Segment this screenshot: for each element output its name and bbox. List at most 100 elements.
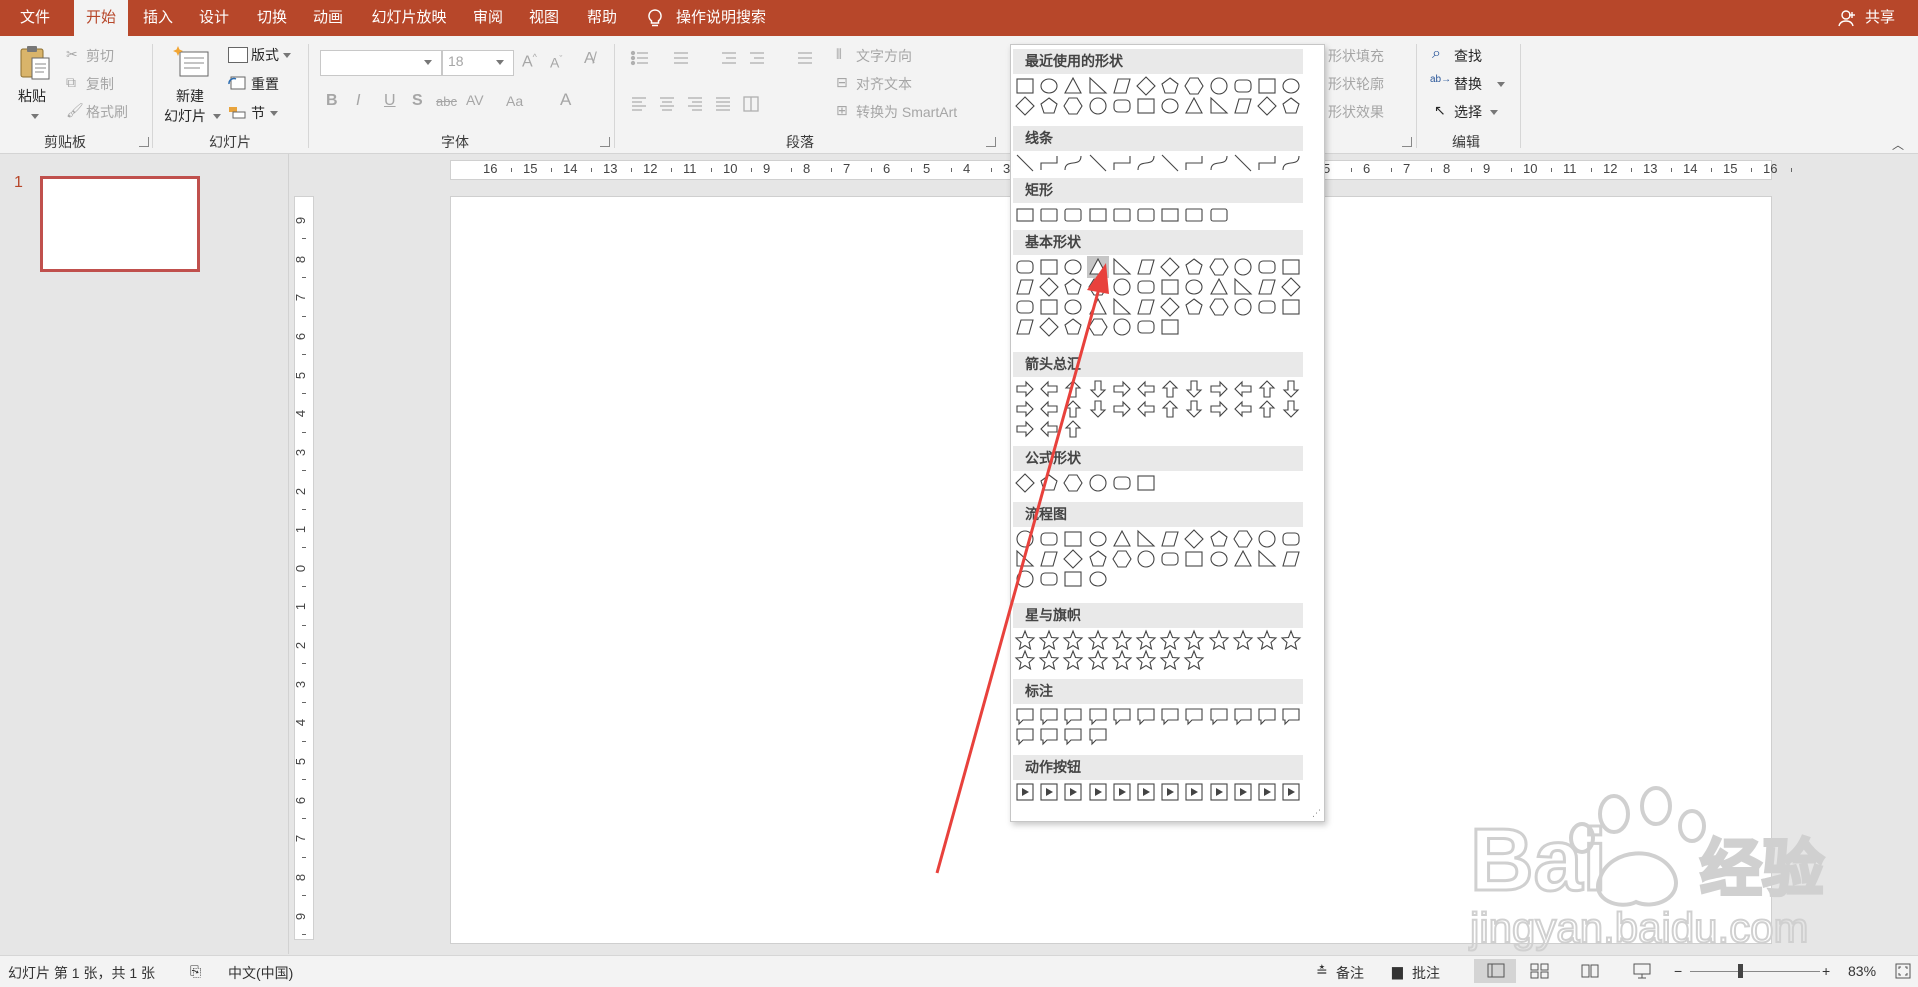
new-slide-label-2[interactable]: 幻灯片 bbox=[164, 106, 206, 126]
shape-icon[interactable] bbox=[1183, 276, 1205, 298]
shape-icon[interactable] bbox=[1256, 256, 1278, 278]
shape-icon[interactable] bbox=[1159, 276, 1181, 298]
shape-icon[interactable] bbox=[1087, 95, 1109, 117]
tell-me-search[interactable]: 操作说明搜索 bbox=[676, 0, 786, 36]
shape-icon[interactable] bbox=[1232, 548, 1254, 570]
strikethrough-button[interactable]: abc bbox=[436, 94, 457, 109]
shape-icon[interactable] bbox=[1183, 629, 1205, 651]
shape-icon[interactable] bbox=[1087, 75, 1109, 97]
shape-icon[interactable] bbox=[1111, 152, 1133, 174]
drawing-launcher-icon[interactable] bbox=[1402, 137, 1412, 147]
shape-icon[interactable] bbox=[1135, 296, 1157, 318]
shape-icon[interactable] bbox=[1183, 649, 1205, 671]
shape-icon[interactable] bbox=[1135, 204, 1157, 226]
shape-icon[interactable] bbox=[1208, 781, 1230, 803]
section-button[interactable]: 节 bbox=[251, 103, 265, 123]
replace-button[interactable]: 替换 bbox=[1454, 74, 1482, 94]
slide-thumbnail[interactable] bbox=[40, 176, 200, 272]
shape-icon[interactable] bbox=[1232, 95, 1254, 117]
spell-check-icon[interactable]: ⎘ bbox=[190, 963, 201, 980]
shape-icon[interactable] bbox=[1232, 528, 1254, 550]
shape-icon[interactable] bbox=[1087, 152, 1109, 174]
shape-icon[interactable] bbox=[1159, 548, 1181, 570]
shape-icon[interactable] bbox=[1232, 378, 1254, 400]
shape-icon[interactable] bbox=[1159, 705, 1181, 727]
reset-button[interactable]: 重置 bbox=[251, 74, 279, 94]
shape-icon[interactable] bbox=[1208, 629, 1230, 651]
shape-icon[interactable] bbox=[1087, 204, 1109, 226]
shape-icon[interactable] bbox=[1135, 95, 1157, 117]
align-text-button[interactable]: 对齐文本 bbox=[856, 74, 912, 94]
comments-button[interactable]: 批注 bbox=[1412, 963, 1440, 983]
select-button[interactable]: 选择 bbox=[1454, 102, 1482, 122]
clipboard-launcher-icon[interactable] bbox=[139, 137, 149, 147]
shape-icon[interactable] bbox=[1062, 75, 1084, 97]
shape-icon[interactable] bbox=[1280, 256, 1302, 278]
shape-icon[interactable] bbox=[1232, 152, 1254, 174]
shape-icon[interactable] bbox=[1183, 705, 1205, 727]
new-slide-icon[interactable] bbox=[172, 44, 212, 80]
font-color-button[interactable]: A bbox=[560, 90, 571, 110]
shape-icon[interactable] bbox=[1232, 75, 1254, 97]
shape-icon[interactable] bbox=[1256, 398, 1278, 420]
shape-icon[interactable] bbox=[1280, 296, 1302, 318]
shape-icon[interactable] bbox=[1135, 472, 1157, 494]
zoom-slider-track[interactable] bbox=[1690, 971, 1820, 972]
language-indicator[interactable]: 中文(中国) bbox=[228, 963, 293, 983]
notes-button[interactable]: 备注 bbox=[1336, 963, 1364, 983]
shape-icon[interactable] bbox=[1280, 276, 1302, 298]
shape-icon[interactable] bbox=[1183, 152, 1205, 174]
list-buttons[interactable] bbox=[630, 48, 820, 68]
copy-button[interactable]: 复制 bbox=[86, 74, 114, 94]
shape-icon[interactable] bbox=[1280, 705, 1302, 727]
italic-button[interactable]: I bbox=[356, 92, 360, 110]
shape-icon[interactable] bbox=[1256, 276, 1278, 298]
shape-icon[interactable] bbox=[1183, 204, 1205, 226]
zoom-out-icon[interactable]: − bbox=[1674, 963, 1682, 979]
shape-icon[interactable] bbox=[1135, 705, 1157, 727]
shape-icon[interactable] bbox=[1232, 705, 1254, 727]
shape-icon[interactable] bbox=[1159, 649, 1181, 671]
shape-effects-button[interactable]: 形状效果 bbox=[1328, 102, 1384, 122]
shape-icon[interactable] bbox=[1183, 75, 1205, 97]
tab-home[interactable]: 开始 bbox=[74, 0, 128, 37]
font-size-dropdown-icon[interactable] bbox=[496, 60, 504, 65]
format-painter-button[interactable]: 格式刷 bbox=[86, 102, 128, 122]
shape-icon[interactable] bbox=[1014, 204, 1036, 226]
shape-icon[interactable] bbox=[1111, 204, 1133, 226]
shape-icon[interactable] bbox=[1159, 378, 1181, 400]
shape-icon[interactable] bbox=[1159, 781, 1181, 803]
shape-icon[interactable] bbox=[1135, 781, 1157, 803]
shape-icon[interactable] bbox=[1014, 152, 1036, 174]
shape-icon[interactable] bbox=[1062, 204, 1084, 226]
shape-icon[interactable] bbox=[1208, 95, 1230, 117]
replace-dropdown-icon[interactable] bbox=[1497, 82, 1505, 87]
tab-review[interactable]: 审阅 bbox=[464, 0, 512, 36]
shape-icon[interactable] bbox=[1135, 378, 1157, 400]
shape-icon[interactable] bbox=[1256, 296, 1278, 318]
shape-icon[interactable] bbox=[1232, 781, 1254, 803]
shape-icon[interactable] bbox=[1232, 629, 1254, 651]
shape-icon[interactable] bbox=[1208, 378, 1230, 400]
shape-icon[interactable] bbox=[1208, 75, 1230, 97]
shape-icon[interactable] bbox=[1062, 95, 1084, 117]
shape-icon[interactable] bbox=[1014, 75, 1036, 97]
shape-icon[interactable] bbox=[1232, 296, 1254, 318]
shape-icon[interactable] bbox=[1014, 95, 1036, 117]
alignment-buttons[interactable] bbox=[630, 94, 780, 114]
shape-icon[interactable] bbox=[1183, 378, 1205, 400]
shape-icon[interactable] bbox=[1256, 629, 1278, 651]
shape-icon[interactable] bbox=[1208, 398, 1230, 420]
shape-icon[interactable] bbox=[1183, 256, 1205, 278]
shape-icon[interactable] bbox=[1208, 548, 1230, 570]
shape-icon[interactable] bbox=[1280, 95, 1302, 117]
collapse-ribbon-icon[interactable]: ︿ bbox=[1892, 136, 1904, 153]
shape-icon[interactable] bbox=[1280, 781, 1302, 803]
clear-formatting-icon[interactable]: A̸ bbox=[584, 50, 595, 68]
shape-icon[interactable] bbox=[1280, 378, 1302, 400]
shape-icon[interactable] bbox=[1183, 528, 1205, 550]
zoom-in-icon[interactable]: + bbox=[1822, 963, 1830, 979]
shape-icon[interactable] bbox=[1159, 204, 1181, 226]
reading-view-icon[interactable] bbox=[1580, 962, 1600, 980]
character-spacing-button[interactable]: AV bbox=[466, 92, 484, 108]
